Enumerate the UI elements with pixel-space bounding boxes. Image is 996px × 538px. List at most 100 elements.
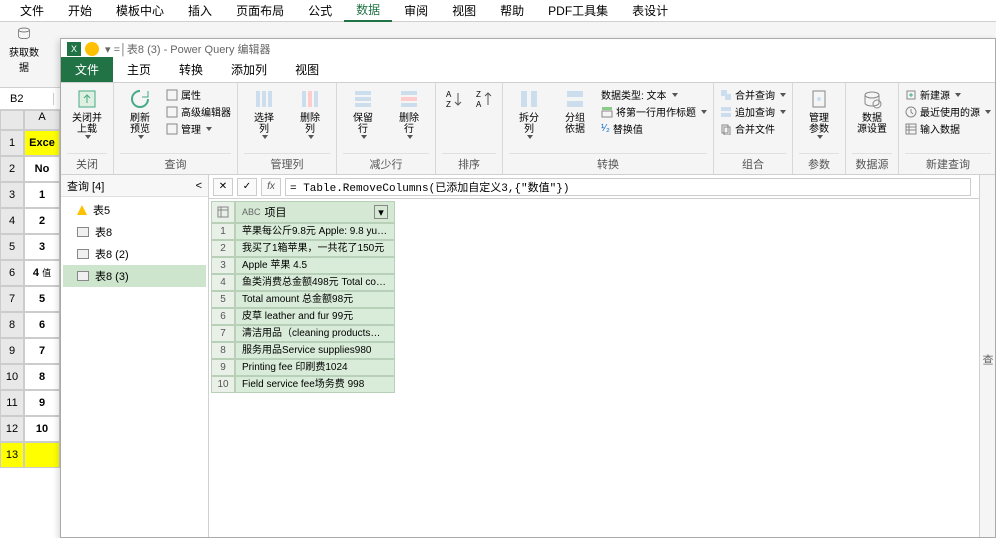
data-cell[interactable]: Printing fee 印刷费1024 (235, 359, 395, 376)
data-cell[interactable]: 皮草 leather and fur 99元 (235, 308, 395, 325)
query-item-2[interactable]: 表8 (2) (63, 243, 206, 265)
grid-corner[interactable] (211, 201, 235, 223)
manage-button[interactable]: 管理 (166, 121, 231, 136)
menu-pdf[interactable]: PDF工具集 (536, 0, 620, 21)
data-cell[interactable]: 我买了1箱苹果，一共花了150元 (235, 240, 395, 257)
cell-no[interactable]: No (24, 156, 60, 182)
merge-queries-button[interactable]: 合并查询 (720, 87, 786, 102)
refresh-preview-button[interactable]: 刷新 预览 (120, 87, 160, 139)
pq-tab-view[interactable]: 视图 (281, 57, 333, 82)
data-row[interactable]: 6皮草 leather and fur 99元 (211, 308, 395, 325)
menu-view[interactable]: 视图 (440, 0, 488, 21)
pq-tab-file[interactable]: 文件 (61, 57, 113, 82)
first-row-header-button[interactable]: 将第一行用作标题 (601, 104, 707, 119)
manage-params-button[interactable]: 管理 参数 (799, 87, 839, 139)
menu-insert[interactable]: 插入 (176, 0, 224, 21)
formula-accept-button[interactable]: ✓ (237, 178, 257, 196)
column-header[interactable]: ABC 项目 ▾ (235, 201, 395, 223)
query-pane: 查询 [4] < 表5 表8 表8 (2) 表8 (3) (61, 175, 209, 537)
filter-icon[interactable]: ▾ (374, 205, 388, 219)
data-source-button[interactable]: 数据 源设置 (852, 87, 892, 135)
data-cell[interactable]: 服务用品Service supplies980 (235, 342, 395, 359)
menu-formula[interactable]: 公式 (296, 0, 344, 21)
pq-tab-home[interactable]: 主页 (113, 57, 165, 82)
row-number: 3 (211, 257, 235, 274)
remove-columns-button[interactable]: 删除 列 (290, 87, 330, 139)
table-icon (77, 271, 89, 281)
collapse-pane-icon[interactable]: < (196, 180, 202, 192)
row-number: 7 (211, 325, 235, 342)
get-data-button[interactable]: 获取数 据 (8, 26, 40, 74)
pq-ribbon: 关闭并 上载 关闭 刷新 预览 属性 高级编辑器 管理 查询 (61, 83, 995, 175)
col-header-a[interactable]: A (24, 110, 60, 130)
advanced-editor-button[interactable]: 高级编辑器 (166, 104, 231, 119)
properties-button[interactable]: 属性 (166, 87, 231, 102)
row-number: 5 (211, 291, 235, 308)
datatype-button[interactable]: 数据类型: 文本 (601, 87, 707, 102)
row-number: 6 (211, 308, 235, 325)
replace-values-button[interactable]: ¹⁄₂替换值 (601, 121, 707, 136)
data-row[interactable]: 9Printing fee 印刷费1024 (211, 359, 395, 376)
svg-text:A: A (476, 100, 482, 109)
recent-sources-button[interactable]: 最近使用的源 (905, 104, 991, 119)
pq-titlebar: X ▾ =│ 表8 (3) - Power Query 编辑器 (61, 39, 995, 59)
query-item-1[interactable]: 表8 (63, 221, 206, 243)
sort-asc-button[interactable]: AZ (442, 87, 466, 113)
row-number: 8 (211, 342, 235, 359)
query-item-3[interactable]: 表8 (3) (63, 265, 206, 287)
formula-cancel-button[interactable]: ✕ (213, 178, 233, 196)
new-source-button[interactable]: 新建源 (905, 87, 991, 102)
svg-text:A: A (446, 90, 452, 99)
pq-main-area: ✕ ✓ fx ▾ ABC 项目 ▾ 1苹果每公斤9.8元 (209, 175, 995, 537)
pq-tab-transform[interactable]: 转换 (165, 57, 217, 82)
data-row[interactable]: 10Field service fee场务费 998 (211, 376, 395, 393)
fx-icon[interactable]: fx (261, 178, 281, 196)
menu-data[interactable]: 数据 (344, 0, 392, 22)
excel-app-icon: X (67, 42, 81, 56)
data-grid: ABC 项目 ▾ 1苹果每公斤9.8元 Apple: 9.8 yuan…2我买了… (209, 199, 397, 537)
menu-layout[interactable]: 页面布局 (224, 0, 296, 21)
menu-review[interactable]: 审阅 (392, 0, 440, 21)
menu-template[interactable]: 模板中心 (104, 0, 176, 21)
name-box[interactable]: B2 (6, 93, 54, 105)
menu-help[interactable]: 帮助 (488, 0, 536, 21)
keep-rows-button[interactable]: 保留 行 (343, 87, 383, 139)
data-row[interactable]: 5Total amount 总金额98元 (211, 291, 395, 308)
groupby-button[interactable]: 分组 依据 (555, 87, 595, 135)
data-row[interactable]: 2我买了1箱苹果，一共花了150元 (211, 240, 395, 257)
split-column-button[interactable]: 拆分 列 (509, 87, 549, 139)
svg-text:Z: Z (446, 100, 451, 109)
table-icon (77, 249, 89, 259)
query-item-0[interactable]: 表5 (63, 199, 206, 221)
pq-title-text: 表8 (3) - Power Query 编辑器 (127, 41, 271, 57)
data-cell[interactable]: Apple 苹果 4.5 (235, 257, 395, 274)
data-row[interactable]: 8服务用品Service supplies980 (211, 342, 395, 359)
select-columns-button[interactable]: 选择 列 (244, 87, 284, 139)
header-cell[interactable]: Exce (24, 130, 60, 156)
row-number: 10 (211, 376, 235, 393)
data-cell[interactable]: Total amount 总金额98元 (235, 291, 395, 308)
menu-home[interactable]: 开始 (56, 0, 104, 21)
pq-tab-addcol[interactable]: 添加列 (217, 57, 281, 82)
enter-data-button[interactable]: 输入数据 (905, 121, 991, 136)
row-number: 4 (211, 274, 235, 291)
sort-desc-button[interactable]: ZA (472, 87, 496, 113)
face-icon (85, 42, 99, 56)
query-count-label: 查询 [4] (67, 178, 104, 194)
menu-tabledesign[interactable]: 表设计 (620, 0, 680, 21)
data-cell[interactable]: Field service fee场务费 998 (235, 376, 395, 393)
query-settings-collapsed[interactable]: 查 (979, 175, 995, 537)
remove-rows-button[interactable]: 删除 行 (389, 87, 429, 139)
data-row[interactable]: 7清洁用品（cleaning products）9… (211, 325, 395, 342)
close-upload-button[interactable]: 关闭并 上载 (67, 87, 107, 139)
data-row[interactable]: 1苹果每公斤9.8元 Apple: 9.8 yuan… (211, 223, 395, 240)
data-cell[interactable]: 苹果每公斤9.8元 Apple: 9.8 yuan… (235, 223, 395, 240)
formula-input[interactable] (285, 178, 971, 196)
data-cell[interactable]: 鱼类消费总金额498元 Total cons… (235, 274, 395, 291)
data-cell[interactable]: 清洁用品（cleaning products）9… (235, 325, 395, 342)
data-row[interactable]: 3Apple 苹果 4.5 (211, 257, 395, 274)
menu-file[interactable]: 文件 (8, 0, 56, 21)
append-queries-button[interactable]: 追加查询 (720, 104, 786, 119)
combine-files-button[interactable]: 合并文件 (720, 121, 786, 136)
data-row[interactable]: 4鱼类消费总金额498元 Total cons… (211, 274, 395, 291)
